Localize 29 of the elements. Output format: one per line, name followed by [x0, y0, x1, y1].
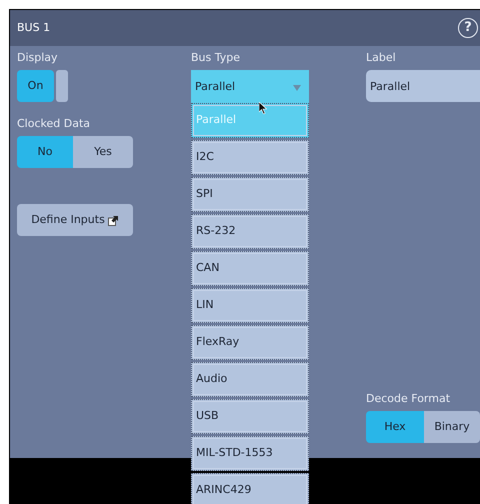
help-button[interactable]: ?: [458, 18, 478, 38]
bus-type-option[interactable]: RS-232: [191, 214, 309, 249]
bus-type-option[interactable]: I2C: [191, 140, 309, 175]
option-button[interactable]: Yes: [73, 136, 133, 168]
bus-type-label: Bus Type: [191, 52, 240, 64]
caret-icon: [293, 84, 301, 90]
bus-type-option[interactable]: FlexRay: [191, 325, 309, 360]
bus-type-option[interactable]: Audio: [191, 362, 309, 397]
bus-type-option[interactable]: LIN: [191, 288, 309, 323]
window-title: BUS 1: [17, 20, 50, 36]
bus-type-option[interactable]: MIL-STD-1553: [191, 436, 309, 471]
option-button[interactable]: No: [17, 136, 73, 168]
bus-type-option[interactable]: ARINC429: [191, 473, 309, 504]
clocked-data-label: Clocked Data: [17, 118, 90, 130]
external-link-icon: [108, 214, 119, 226]
bus-type-dropdown[interactable]: Parallel: [191, 70, 309, 105]
label-label: Label: [366, 52, 396, 64]
bus-type-option[interactable]: USB: [191, 399, 309, 434]
bus-type-option[interactable]: SPI: [191, 177, 309, 212]
display-label: Display: [17, 52, 58, 64]
define-inputs-button[interactable]: Define Inputs: [17, 204, 133, 236]
option-button[interactable]: Binary: [424, 411, 480, 443]
bus-type-option[interactable]: CAN: [191, 251, 309, 286]
toggle-off-segment[interactable]: [56, 70, 68, 102]
label-field[interactable]: Parallel: [366, 70, 480, 102]
option-button[interactable]: Hex: [366, 411, 424, 443]
decode-format-label: Decode Format: [366, 393, 452, 405]
display-toggle[interactable]: On: [17, 70, 54, 102]
mouse-pointer-icon: [259, 102, 267, 114]
